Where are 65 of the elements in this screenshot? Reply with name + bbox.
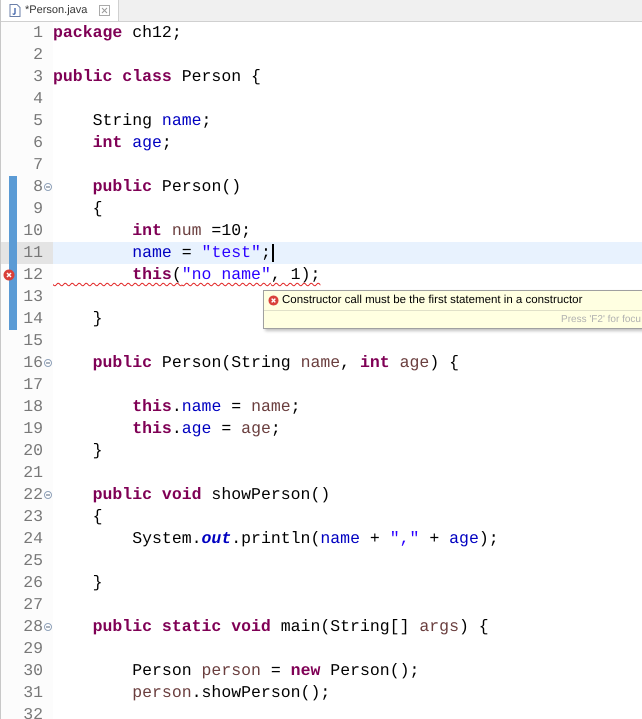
line-number: 27 [23, 594, 43, 616]
line-number: 21 [23, 462, 43, 484]
line-number: 29 [23, 638, 43, 660]
code-line: { [92, 198, 103, 220]
line-number: 6 [33, 132, 43, 154]
line-number: 22 [23, 484, 43, 506]
editor-tab[interactable]: *Person.java [1, 0, 120, 21]
line-number: 9 [33, 198, 43, 220]
code-line: } [92, 308, 103, 330]
line-number: 24 [23, 528, 43, 550]
fold-icon[interactable] [44, 359, 52, 367]
close-icon[interactable] [99, 4, 110, 16]
line-number: 5 [33, 110, 43, 132]
line-number: 30 [23, 660, 43, 682]
line-number: 32 [23, 704, 43, 719]
line-number: 13 [23, 286, 43, 308]
tab-title: *Person.java [25, 2, 88, 18]
line-number: 26 [23, 572, 43, 594]
code-line: package ch12; [53, 22, 182, 44]
line-number: 1 [33, 22, 43, 44]
line-number: 17 [23, 374, 43, 396]
code-line: this("no name", 1); [131, 264, 320, 286]
code-line: public Person(String name, int age) { [92, 352, 460, 374]
line-number: 19 [23, 418, 43, 440]
line-number: 3 [33, 66, 43, 88]
code-line: } [92, 440, 103, 462]
code-line: public class Person { [53, 66, 261, 88]
line-number: 23 [23, 506, 43, 528]
code-line: name = "test"; [131, 242, 271, 264]
code-line: Person person = new Person(); [131, 660, 420, 682]
line-number: 12 [23, 264, 43, 286]
line-number: 11 [23, 242, 43, 264]
line-number: 18 [23, 396, 43, 418]
java-file-icon [9, 4, 21, 16]
code-line: this.age = age; [131, 418, 281, 440]
code-line: String name; [92, 110, 212, 132]
code-line: { [92, 506, 103, 528]
fold-icon[interactable] [44, 183, 52, 191]
fold-icon[interactable] [44, 491, 52, 499]
line-number: 8 [33, 176, 43, 198]
code-line: person.showPerson(); [131, 682, 330, 704]
line-number: 25 [23, 550, 43, 572]
error-message: Constructor call must be the first statement in a constructor [282, 292, 582, 308]
line-number: 7 [33, 154, 43, 176]
fold-icon[interactable] [44, 623, 52, 631]
line-number: 14 [23, 308, 43, 330]
line-number: 2 [33, 44, 43, 66]
code-line: System.out.println(name + "," + age); [131, 528, 499, 550]
code-line: public void showPerson() [92, 484, 330, 506]
line-number: 31 [23, 682, 43, 704]
code-line: int num =10; [131, 220, 252, 242]
focus-hint: Press 'F2' for focu [561, 313, 641, 327]
line-number: 28 [23, 616, 43, 638]
line-number: 10 [23, 220, 43, 242]
code-line: public Person() [92, 176, 242, 198]
line-number: 4 [33, 88, 43, 110]
error-icon [268, 295, 279, 306]
line-number: 16 [23, 352, 43, 374]
code-line: } [92, 572, 103, 594]
line-number: 20 [23, 440, 43, 462]
text-cursor [272, 244, 274, 262]
code-line: public static void main(String[] args) { [92, 616, 489, 638]
code-line: this.name = name; [131, 396, 301, 418]
code-line: int age; [92, 132, 172, 154]
line-number: 15 [23, 330, 43, 352]
